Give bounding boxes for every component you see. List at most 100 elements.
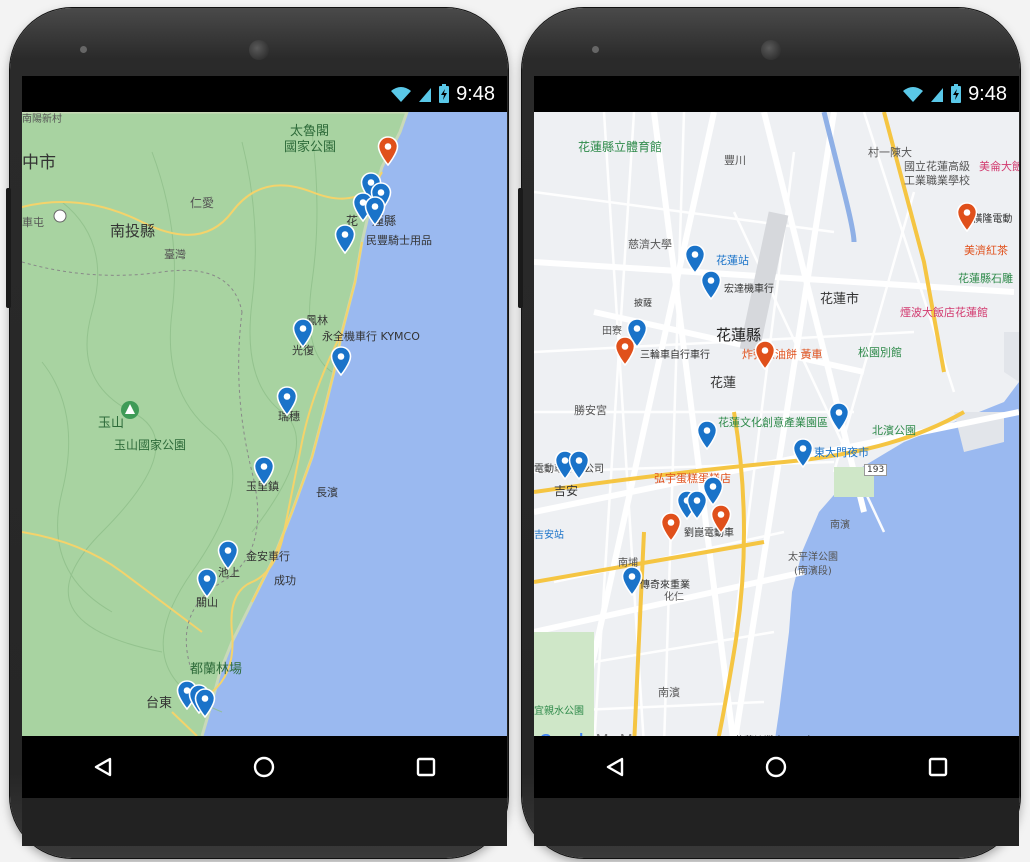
status-bar: 9:48 — [534, 76, 1019, 112]
map-pin[interactable] — [660, 512, 682, 542]
wifi-icon — [903, 87, 924, 102]
map-label: 花蓮文化創意產業園區 — [718, 416, 828, 429]
phone-chin — [534, 798, 1019, 846]
earpiece-speaker — [249, 40, 269, 60]
map-pin[interactable] — [253, 456, 275, 486]
back-icon — [94, 757, 112, 777]
map-label: 玉山 — [98, 416, 125, 431]
map-label: 花蓮縣石雕 — [958, 272, 1013, 285]
map-label: 南投縣 — [110, 222, 156, 240]
side-button — [6, 188, 11, 308]
map-label: 民豐騎士用品 — [366, 234, 432, 247]
map-label: 工業職業學校 — [904, 174, 970, 187]
map-pin[interactable] — [754, 340, 776, 370]
map-label: 美濟紅茶 — [964, 244, 1008, 257]
back-icon — [606, 757, 624, 777]
battery-charging-icon — [951, 84, 962, 103]
map-pin[interactable] — [956, 202, 978, 232]
front-camera — [80, 46, 87, 53]
map-label: 都蘭林場 — [190, 662, 243, 677]
map-label: 吉安 — [554, 484, 579, 498]
map-label: 宏達機車行 — [724, 284, 774, 295]
recents-icon — [416, 757, 436, 777]
navigation-bar — [534, 736, 1019, 798]
map-pin[interactable] — [686, 490, 708, 520]
phone-frame-left: 9:48 太魯閣 國家公園 南陽新村 中市 仁愛 車屯 南投縣 臺灣 花 蓮縣 … — [6, 8, 508, 858]
home-icon — [766, 756, 787, 778]
map-label: (南濱段) — [794, 566, 832, 577]
recents-button[interactable] — [396, 744, 456, 790]
map-label: 田寮 — [602, 326, 622, 337]
map-label: 花蓮站 — [716, 254, 749, 267]
map-label: 披薩 — [634, 299, 653, 309]
map-label: 花蓮 — [710, 376, 737, 391]
map-pin[interactable] — [621, 566, 643, 596]
map-pin[interactable] — [194, 688, 216, 718]
map-label: 南濱 — [830, 520, 850, 531]
map-pin[interactable] — [276, 386, 298, 416]
wifi-icon — [391, 87, 412, 102]
phone-chin — [22, 798, 507, 846]
map-pin[interactable] — [614, 336, 636, 366]
map-label: 玉山國家公園 — [114, 438, 187, 452]
map-label: 花蓮縣立體育館 — [578, 140, 663, 154]
map-pin[interactable] — [696, 420, 718, 450]
back-button[interactable] — [73, 744, 133, 790]
map-label: 太平洋公園 — [788, 552, 838, 563]
map-label: 吉安站 — [534, 530, 564, 541]
map-view[interactable]: 花蓮縣立體育館 豐川 村一陳大 國立花蓮高級 工業職業學校 美侖大飯 慈濟大學 … — [534, 112, 1019, 746]
map-label: 成功 — [274, 574, 296, 587]
map-label: 化仁 — [664, 592, 684, 603]
map-pin[interactable] — [330, 346, 352, 376]
map-label: 豐川 — [724, 154, 746, 167]
map-label: 永全機車行 KYMCO — [322, 330, 420, 343]
recents-button[interactable] — [908, 744, 968, 790]
earpiece-speaker — [761, 40, 781, 60]
signal-icon — [419, 88, 432, 102]
map-label: 南濱 — [658, 686, 680, 699]
map-label: 宜親水公園 — [534, 706, 584, 717]
map-label: 金安車行 — [246, 550, 290, 563]
map-pin[interactable] — [334, 224, 356, 254]
map-pin[interactable] — [792, 438, 814, 468]
home-button[interactable] — [234, 744, 294, 790]
map-label: 三輪車自行車行 — [640, 350, 710, 361]
map-pin[interactable] — [292, 318, 314, 348]
home-button[interactable] — [746, 744, 806, 790]
map-pin[interactable] — [710, 504, 732, 534]
map-pin[interactable] — [217, 540, 239, 570]
map-label: 仁愛 — [190, 196, 215, 210]
map-label: 臺灣 — [164, 248, 186, 261]
map-pin[interactable] — [364, 196, 386, 226]
terrain-map — [22, 112, 507, 736]
clock: 9:48 — [968, 82, 1007, 105]
battery-charging-icon — [439, 84, 450, 103]
back-button[interactable] — [585, 744, 645, 790]
recents-icon — [928, 757, 948, 777]
map-pin[interactable] — [700, 270, 722, 300]
map-label: 松園別館 — [858, 346, 902, 359]
map-view[interactable]: 太魯閣 國家公園 南陽新村 中市 仁愛 車屯 南投縣 臺灣 花 蓮縣 民豐騎士用… — [22, 112, 507, 736]
home-icon — [254, 756, 275, 778]
map-label: 中市 — [22, 153, 56, 173]
signal-icon — [931, 88, 944, 102]
phone-frame-right: 9:48 花蓮縣立體育館 豐川 村一陳大 國立花蓮高級 工業職業學校 美侖大飯 … — [518, 8, 1020, 858]
status-bar: 9:48 — [22, 76, 507, 112]
map-pin[interactable] — [568, 450, 590, 480]
map-label: 國家公園 — [284, 140, 337, 155]
map-pin[interactable] — [828, 402, 850, 432]
side-button — [518, 188, 523, 308]
map-label: 車屯 — [22, 216, 44, 229]
clock: 9:48 — [456, 82, 495, 105]
map-pin[interactable] — [377, 136, 399, 166]
map-label: 東大門夜市 — [814, 446, 869, 459]
map-pin[interactable] — [196, 568, 218, 598]
phone-screen: 9:48 — [22, 76, 507, 846]
map-label: 煙波大飯店花蓮館 — [900, 306, 988, 319]
map-label: 花蓮市 — [820, 292, 860, 307]
navigation-bar — [22, 736, 507, 798]
map-label: 勝安宮 — [574, 404, 607, 417]
map-label: 長濱 — [316, 486, 338, 499]
front-camera — [592, 46, 599, 53]
map-label: 台東 — [146, 696, 173, 711]
